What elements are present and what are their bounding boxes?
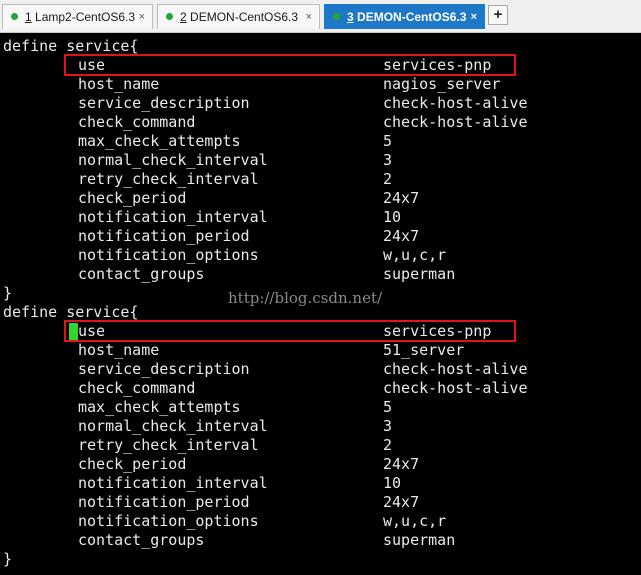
tab-demon-centos-3[interactable]: 3 DEMON-CentOS6.3 × bbox=[324, 4, 485, 29]
block1-key-retry-check-interval: retry_check_interval bbox=[78, 170, 259, 188]
block1-key-check-period: check_period bbox=[78, 189, 187, 207]
new-tab-button[interactable]: + bbox=[488, 5, 508, 25]
block2-value-notification-period: 24x7 bbox=[383, 493, 420, 511]
block2-key-service-description: service_description bbox=[78, 360, 250, 378]
block1-key-max-check-attempts: max_check_attempts bbox=[78, 132, 241, 150]
block1-value-retry-check-interval: 2 bbox=[383, 170, 393, 188]
block2-value-check-period: 24x7 bbox=[383, 455, 420, 473]
block2-key-contact-groups: contact_groups bbox=[78, 531, 205, 549]
close-icon[interactable]: × bbox=[139, 5, 145, 29]
tab-demon-centos-2[interactable]: 2 DEMON-CentOS6.3 × bbox=[157, 4, 320, 29]
tab-label: DEMON-CentOS6.3 bbox=[190, 10, 299, 24]
block2-key-use: use bbox=[78, 322, 106, 340]
tab-label: Lamp2-CentOS6.3 bbox=[35, 10, 136, 24]
block1-value-check-period: 24x7 bbox=[383, 189, 420, 207]
connected-status-icon bbox=[166, 13, 173, 21]
block2-key-retry-check-interval: retry_check_interval bbox=[78, 436, 259, 454]
block1-value-max-check-attempts: 5 bbox=[383, 132, 393, 150]
block2-value-retry-check-interval: 2 bbox=[383, 436, 393, 454]
block1-key-use: use bbox=[78, 56, 106, 74]
block1-value-host-name: nagios_server bbox=[383, 75, 501, 93]
close-icon[interactable]: × bbox=[471, 5, 477, 29]
block2-value-use: services-pnp bbox=[383, 322, 492, 340]
block2-value-service-description: check-host-alive bbox=[383, 360, 528, 378]
block2-key-notification-period: notification_period bbox=[78, 493, 250, 511]
block2-value-contact-groups: superman bbox=[383, 531, 456, 549]
block1-footer: } bbox=[3, 284, 13, 302]
block2-key-notification-interval: notification_interval bbox=[78, 474, 268, 492]
block2-value-normal-check-interval: 3 bbox=[383, 417, 393, 435]
block2-key-check-command: check_command bbox=[78, 379, 196, 397]
block2-value-check-command: check-host-alive bbox=[383, 379, 528, 397]
tab-number: 2 bbox=[180, 10, 187, 24]
block1-value-normal-check-interval: 3 bbox=[383, 151, 393, 169]
block2-key-max-check-attempts: max_check_attempts bbox=[78, 398, 241, 416]
block1-value-service-description: check-host-alive bbox=[383, 94, 528, 112]
block1-value-use: services-pnp bbox=[383, 56, 492, 74]
block1-value-notification-period: 24x7 bbox=[383, 227, 420, 245]
watermark-text: http://blog.csdn.net/ bbox=[228, 289, 383, 307]
tab-number: 3 bbox=[347, 10, 354, 24]
block1-value-contact-groups: superman bbox=[383, 265, 456, 283]
block1-key-notification-period: notification_period bbox=[78, 227, 250, 245]
block1-key-check-command: check_command bbox=[78, 113, 196, 131]
block1-value-check-command: check-host-alive bbox=[383, 113, 528, 131]
block2-footer: } bbox=[3, 550, 13, 568]
tab-lamp2-centos[interactable]: 1 Lamp2-CentOS6.3 × bbox=[2, 4, 153, 29]
text-cursor bbox=[69, 323, 78, 340]
block2-value-max-check-attempts: 5 bbox=[383, 398, 393, 416]
close-icon[interactable]: × bbox=[306, 5, 312, 29]
block2-value-host-name: 51_server bbox=[383, 341, 465, 359]
block2-value-notification-interval: 10 bbox=[383, 474, 402, 492]
block2-key-normal-check-interval: normal_check_interval bbox=[78, 417, 268, 435]
block1-value-notification-options: w,u,c,r bbox=[383, 246, 447, 264]
block1-value-notification-interval: 10 bbox=[383, 208, 402, 226]
block2-value-notification-options: w,u,c,r bbox=[383, 512, 447, 530]
block2-key-notification-options: notification_options bbox=[78, 512, 259, 530]
block1-key-contact-groups: contact_groups bbox=[78, 265, 205, 283]
block1-key-normal-check-interval: normal_check_interval bbox=[78, 151, 268, 169]
tab-number: 1 bbox=[25, 10, 32, 24]
block1-key-notification-options: notification_options bbox=[78, 246, 259, 264]
block2-key-host-name: host_name bbox=[78, 341, 160, 359]
tab-label: DEMON-CentOS6.3 bbox=[357, 10, 467, 24]
connected-status-icon bbox=[333, 13, 340, 21]
connected-status-icon bbox=[11, 13, 18, 21]
tab-bar: 1 Lamp2-CentOS6.3 × 2 DEMON-CentOS6.3 × … bbox=[0, 0, 641, 33]
block2-key-check-period: check_period bbox=[78, 455, 187, 473]
block1-key-notification-interval: notification_interval bbox=[78, 208, 268, 226]
block1-key-host-name: host_name bbox=[78, 75, 160, 93]
block1-key-service-description: service_description bbox=[78, 94, 250, 112]
terminal-output[interactable]: define service{ use services-pnp host_na… bbox=[0, 33, 641, 575]
